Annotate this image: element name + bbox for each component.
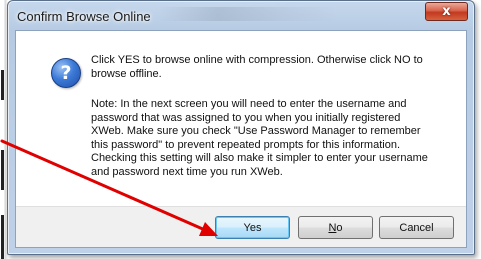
close-button[interactable]: x — [425, 2, 468, 21]
yes-button-label: Yes — [243, 221, 262, 234]
question-icon: ? — [51, 58, 81, 88]
close-icon: x — [442, 4, 451, 19]
cancel-button[interactable]: Cancel — [379, 216, 454, 239]
no-button[interactable]: No — [298, 216, 373, 239]
no-button-label-rest: o — [336, 221, 343, 234]
message-main: Click YES to browse online with compress… — [91, 54, 423, 80]
background-edge-mark — [1, 150, 4, 190]
button-row: Yes No Cancel — [16, 206, 466, 247]
dialog-title: Confirm Browse Online — [17, 9, 151, 24]
message-area: ? Click YES to browse online with compre… — [16, 31, 466, 209]
yes-button[interactable]: Yes — [215, 216, 290, 239]
title-bar[interactable]: Confirm Browse Online x — [8, 1, 474, 29]
confirm-dialog: Confirm Browse Online x ? Click YES to b… — [7, 0, 475, 255]
background-edge-mark — [1, 70, 4, 100]
dialog-body: ? Click YES to browse online with compre… — [15, 30, 467, 248]
cancel-button-label: Cancel — [399, 221, 434, 234]
title-bar-background-blur — [158, 7, 338, 21]
background-edge-mark — [1, 215, 4, 259]
message-note: Note: In the next screen you will need t… — [91, 98, 428, 178]
no-button-label: No — [328, 222, 342, 234]
